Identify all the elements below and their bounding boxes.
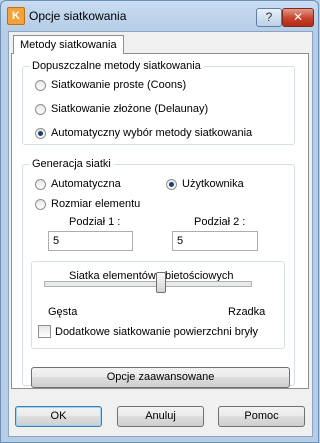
division1-input[interactable]	[48, 231, 133, 251]
ok-button[interactable]: OK	[15, 406, 102, 427]
radio-generation-auto-label: Automatyczna	[51, 178, 121, 190]
division2-label: Podział 2 :	[194, 216, 246, 228]
radio-coons[interactable]: Siatkowanie proste (Coons)	[35, 79, 186, 91]
app-logo-icon: K	[7, 7, 25, 25]
radio-element-size-label: Rozmiar elementu	[51, 198, 141, 210]
dialog-client-area: Metody siatkowania Dopuszczalne metody s…	[8, 31, 313, 437]
help-button[interactable]: Pomoc	[218, 406, 305, 427]
radio-coons-indicator[interactable]	[35, 79, 46, 91]
dialog-window: K Opcje siatkowania ? ✕ Metody siatkowan…	[0, 0, 319, 443]
radio-automatic-method-label: Automatyczny wybór metody siatkowania	[51, 127, 253, 139]
window-title: Opcje siatkowania	[29, 9, 127, 23]
cancel-button[interactable]: Anuluj	[117, 406, 204, 427]
close-button[interactable]: ✕	[282, 8, 314, 27]
radio-coons-label: Siatkowanie proste (Coons)	[51, 79, 187, 91]
division1-label: Podział 1 :	[69, 216, 121, 228]
dense-label: Gęsta	[48, 306, 78, 318]
sparse-label: Rzadka	[228, 306, 266, 318]
division2-input[interactable]	[172, 231, 258, 251]
radio-delaunay[interactable]: Siatkowanie złożone (Delaunay)	[35, 103, 208, 115]
radio-generation-auto-indicator[interactable]	[35, 178, 46, 190]
radio-generation-user[interactable]: Użytkownika	[166, 178, 244, 190]
radio-element-size-indicator[interactable]	[35, 198, 46, 210]
methods-group: Dopuszczalne metody siatkowania Siatkowa…	[22, 60, 295, 145]
surface-mesh-checkbox-label: Dodatkowe siatkowanie powierzchni bryły	[55, 325, 258, 338]
tab-panel: Dopuszczalne metody siatkowania Siatkowa…	[11, 53, 309, 389]
help-title-button[interactable]: ?	[256, 8, 282, 27]
advanced-options-button[interactable]: Opcje zaawansowane	[31, 367, 290, 388]
radio-generation-user-indicator[interactable]	[166, 178, 177, 190]
surface-mesh-checkbox[interactable]: Dodatkowe siatkowanie powierzchni bryły	[38, 325, 258, 338]
radio-delaunay-indicator[interactable]	[35, 103, 46, 115]
radio-delaunay-label: Siatkowanie złożone (Delaunay)	[51, 103, 209, 115]
surface-mesh-checkbox-box[interactable]	[38, 325, 51, 338]
generation-group-title: Generacja siatki	[29, 158, 114, 171]
radio-element-size[interactable]: Rozmiar elementu	[35, 198, 140, 210]
radio-automatic-method-indicator[interactable]	[35, 127, 46, 139]
title-bar[interactable]: K Opcje siatkowania ? ✕	[1, 1, 318, 31]
radio-generation-auto[interactable]: Automatyczna	[35, 178, 121, 190]
radio-automatic-method[interactable]: Automatyczny wybór metody siatkowania	[35, 127, 252, 139]
density-slider-thumb[interactable]	[155, 272, 166, 293]
radio-generation-user-label: Użytkownika	[182, 178, 244, 190]
methods-group-title: Dopuszczalne metody siatkowania	[29, 60, 204, 73]
density-slider-track[interactable]	[44, 281, 252, 287]
tab-meshing-methods[interactable]: Metody siatkowania	[13, 35, 124, 54]
